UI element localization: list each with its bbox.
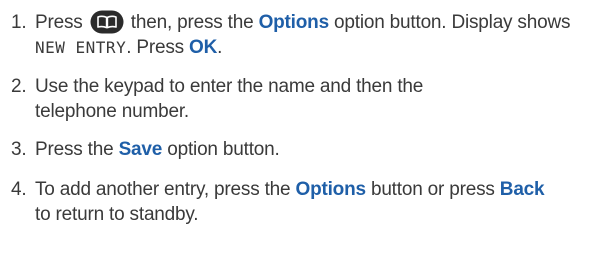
step-1: 1. Press then, press the Options option … [11,10,581,60]
step-4-line-2: to return to standby. [35,204,199,225]
step-2-line-1: Use the keypad to enter the name and the… [35,76,424,97]
ok-keyword: OK [189,37,218,58]
step-2: 2. Use the keypad to enter the name and … [11,74,581,124]
step-4-line-1: To add another entry, press the Options … [35,179,545,200]
step-number: 4. [11,179,27,200]
back-keyword: Back [499,179,545,200]
options-keyword: Options [295,179,366,200]
step-number: 2. [11,76,27,97]
step-3: 3. Press the Save option button. [11,137,581,162]
phonebook-key-icon [90,10,124,34]
options-keyword: Options [258,12,330,33]
step-number: 3. [11,139,27,160]
step-3-line-1: Press the Save option button. [35,139,280,160]
step-number: 1. [11,12,27,33]
step-1-line-1: Press then, press the Options option but… [35,10,571,34]
step-1-line-2: NEW ENTRY. Press OK. [35,37,223,58]
steps-list: 1. Press then, press the Options option … [11,10,581,241]
save-keyword: Save [118,139,163,160]
step-2-line-2: telephone number. [35,101,189,122]
display-text: NEW ENTRY [35,38,127,57]
step-4: 4. To add another entry, press the Optio… [11,177,581,227]
instructions-page: 1. Press then, press the Options option … [0,0,590,253]
